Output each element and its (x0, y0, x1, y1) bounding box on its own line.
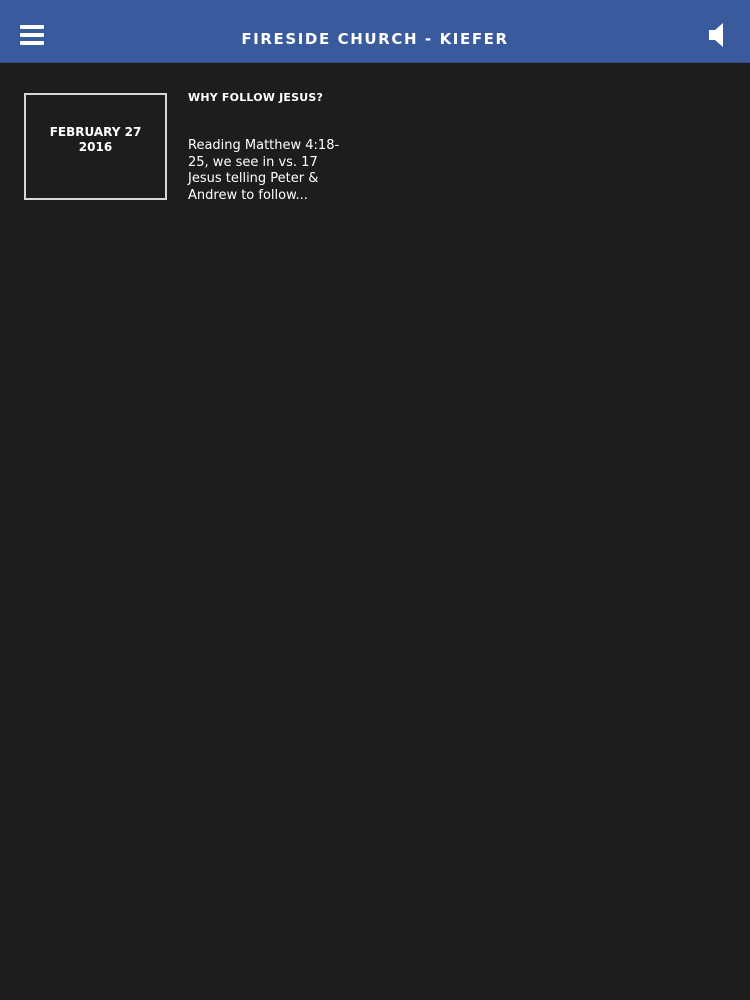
sermon-date-box: FEBRUARY 27 2016 (24, 93, 167, 200)
app-screen: FIRESIDE CHURCH - KIEFER FEBRUARY 27 201… (0, 0, 750, 1000)
sermon-title: WHY FOLLOW JESUS? (188, 91, 324, 104)
speaker-icon[interactable] (708, 22, 726, 48)
page-title: FIRESIDE CHURCH - KIEFER (241, 30, 509, 48)
sermon-list-item[interactable]: FEBRUARY 27 2016 WHY FOLLOW JESUS? Readi… (24, 91, 364, 205)
sermon-date-month-day: FEBRUARY 27 (49, 124, 142, 139)
top-navigation-bar: FIRESIDE CHURCH - KIEFER (0, 0, 750, 62)
sermon-date-year: 2016 (78, 139, 113, 154)
sermon-excerpt: Reading Matthew 4:18- 25, we see in vs. … (188, 138, 340, 203)
